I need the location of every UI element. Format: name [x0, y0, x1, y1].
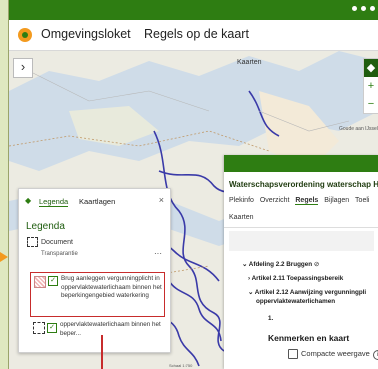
tree-afdeling[interactable]: ⌄ Afdeling 2.2 Bruggen ⊘	[242, 261, 319, 268]
layers-icon: ◆	[25, 196, 32, 205]
transparency-label[interactable]: Transparantie	[41, 251, 78, 257]
panel-header-bar	[224, 155, 378, 172]
brand-name[interactable]: Omgevingsloket	[41, 27, 131, 41]
legend-item-oppervlaktewater[interactable]: ✓ oppervlaktewaterlichaam binnen het bep…	[30, 320, 163, 342]
map-scale: Schaal 1:750	[169, 363, 193, 368]
dashed-outline-icon	[33, 322, 45, 334]
omgevingsloket-logo[interactable]	[18, 28, 32, 42]
compact-label: Compacte weergave	[301, 349, 370, 358]
info-icon[interactable]: i	[372, 350, 378, 360]
step-pointer-icon	[0, 252, 8, 262]
zoom-out-button[interactable]: −	[364, 95, 378, 113]
compact-toggle[interactable]: Compacte weergavei	[288, 349, 378, 360]
tree-label: Artikel 2.12 Aanwijzing vergunningpli	[254, 289, 367, 296]
tree-artikel-211[interactable]: › Artikel 2.11 Toepassingsbereik	[248, 275, 343, 282]
window-dots-icon[interactable]	[352, 6, 375, 11]
legend-panel: ◆ Legenda Kaartlagen × Legenda Document …	[18, 188, 171, 353]
hatch-symbol-icon	[34, 276, 46, 288]
nav-regels-op-de-kaart[interactable]: Regels op de kaart	[144, 27, 249, 41]
tab-toelichting[interactable]: Toeli	[355, 197, 369, 204]
tab-plekinfo[interactable]: Plekinfo	[229, 197, 254, 204]
tree-artikel-212[interactable]: ⌄ Artikel 2.12 Aanwijzing vergunningpli	[248, 289, 366, 296]
map-label-kaarten: Kaarten	[237, 59, 262, 66]
legend-document: Document	[27, 237, 73, 247]
legend-tabs: ◆ Legenda Kaartlagen ×	[23, 195, 166, 209]
legend-item-checkbox[interactable]: ✓	[48, 276, 58, 286]
panel-tabs: Plekinfo Overzicht Regels Bijlagen Toeli	[229, 197, 373, 205]
app-header: Omgevingsloket Regels op de kaart	[9, 20, 378, 51]
legend-item-checkbox[interactable]: ✓	[47, 323, 57, 333]
map-tools: ◆ + −	[363, 58, 378, 114]
rules-panel: Waterschapsverordening waterschap H Plek…	[224, 155, 378, 369]
tree-label: Afdeling 2.2 Bruggen	[248, 261, 313, 268]
layers-icon[interactable]: ◆	[364, 59, 378, 77]
legend-item-brug[interactable]: ✓ Brug aanleggen vergunningplicht in opp…	[30, 272, 165, 317]
document-outline-icon	[27, 237, 38, 247]
legend-title: Legenda	[26, 221, 65, 232]
tree-label: Artikel 2.11 Toepassingsbereik	[251, 275, 344, 282]
kenmerken-title: Kenmerken en kaart	[268, 333, 350, 343]
legend-item-label: Brug aanleggen vergunningplicht in opper…	[61, 275, 162, 299]
map-label-goude: Goude aan IJssel	[339, 126, 378, 132]
tree-artikel-212-cont: oppervlaktewaterlichamen	[256, 298, 336, 305]
divider	[224, 227, 378, 228]
tab-regels[interactable]: Regels	[295, 197, 319, 205]
tab-kaartlagen[interactable]: Kaartlagen	[79, 197, 115, 206]
eye-off-icon[interactable]: ⊘	[314, 261, 319, 268]
tab-kaarten[interactable]: Kaarten	[229, 214, 254, 221]
panel-toolbar	[229, 231, 374, 251]
close-icon[interactable]: ×	[159, 195, 164, 205]
checkbox-icon[interactable]	[288, 349, 298, 360]
tab-legenda[interactable]: Legenda	[39, 197, 69, 207]
tab-bijlagen[interactable]: Bijlagen	[324, 197, 349, 204]
chevron-down-icon: ⌄	[242, 261, 249, 268]
browser-frame: Omgevingsloket Regels op de kaart Kaarte…	[8, 0, 378, 369]
document-label: Document	[41, 238, 73, 246]
page-background	[0, 0, 8, 369]
more-options-icon[interactable]: ···	[154, 249, 162, 258]
chevron-down-icon: ⌄	[248, 289, 255, 296]
zoom-in-button[interactable]: +	[364, 77, 378, 95]
highlight-connector	[101, 335, 103, 369]
panel-title: Waterschapsverordening waterschap H	[229, 180, 378, 189]
legend-item-label: oppervlaktewaterlichaam binnen het beper…	[60, 321, 161, 337]
top-bar	[9, 0, 378, 20]
tree-lid-1: 1.	[268, 315, 274, 322]
tab-overzicht[interactable]: Overzicht	[260, 197, 290, 204]
open-sidebar-button[interactable]: ›	[13, 58, 33, 78]
